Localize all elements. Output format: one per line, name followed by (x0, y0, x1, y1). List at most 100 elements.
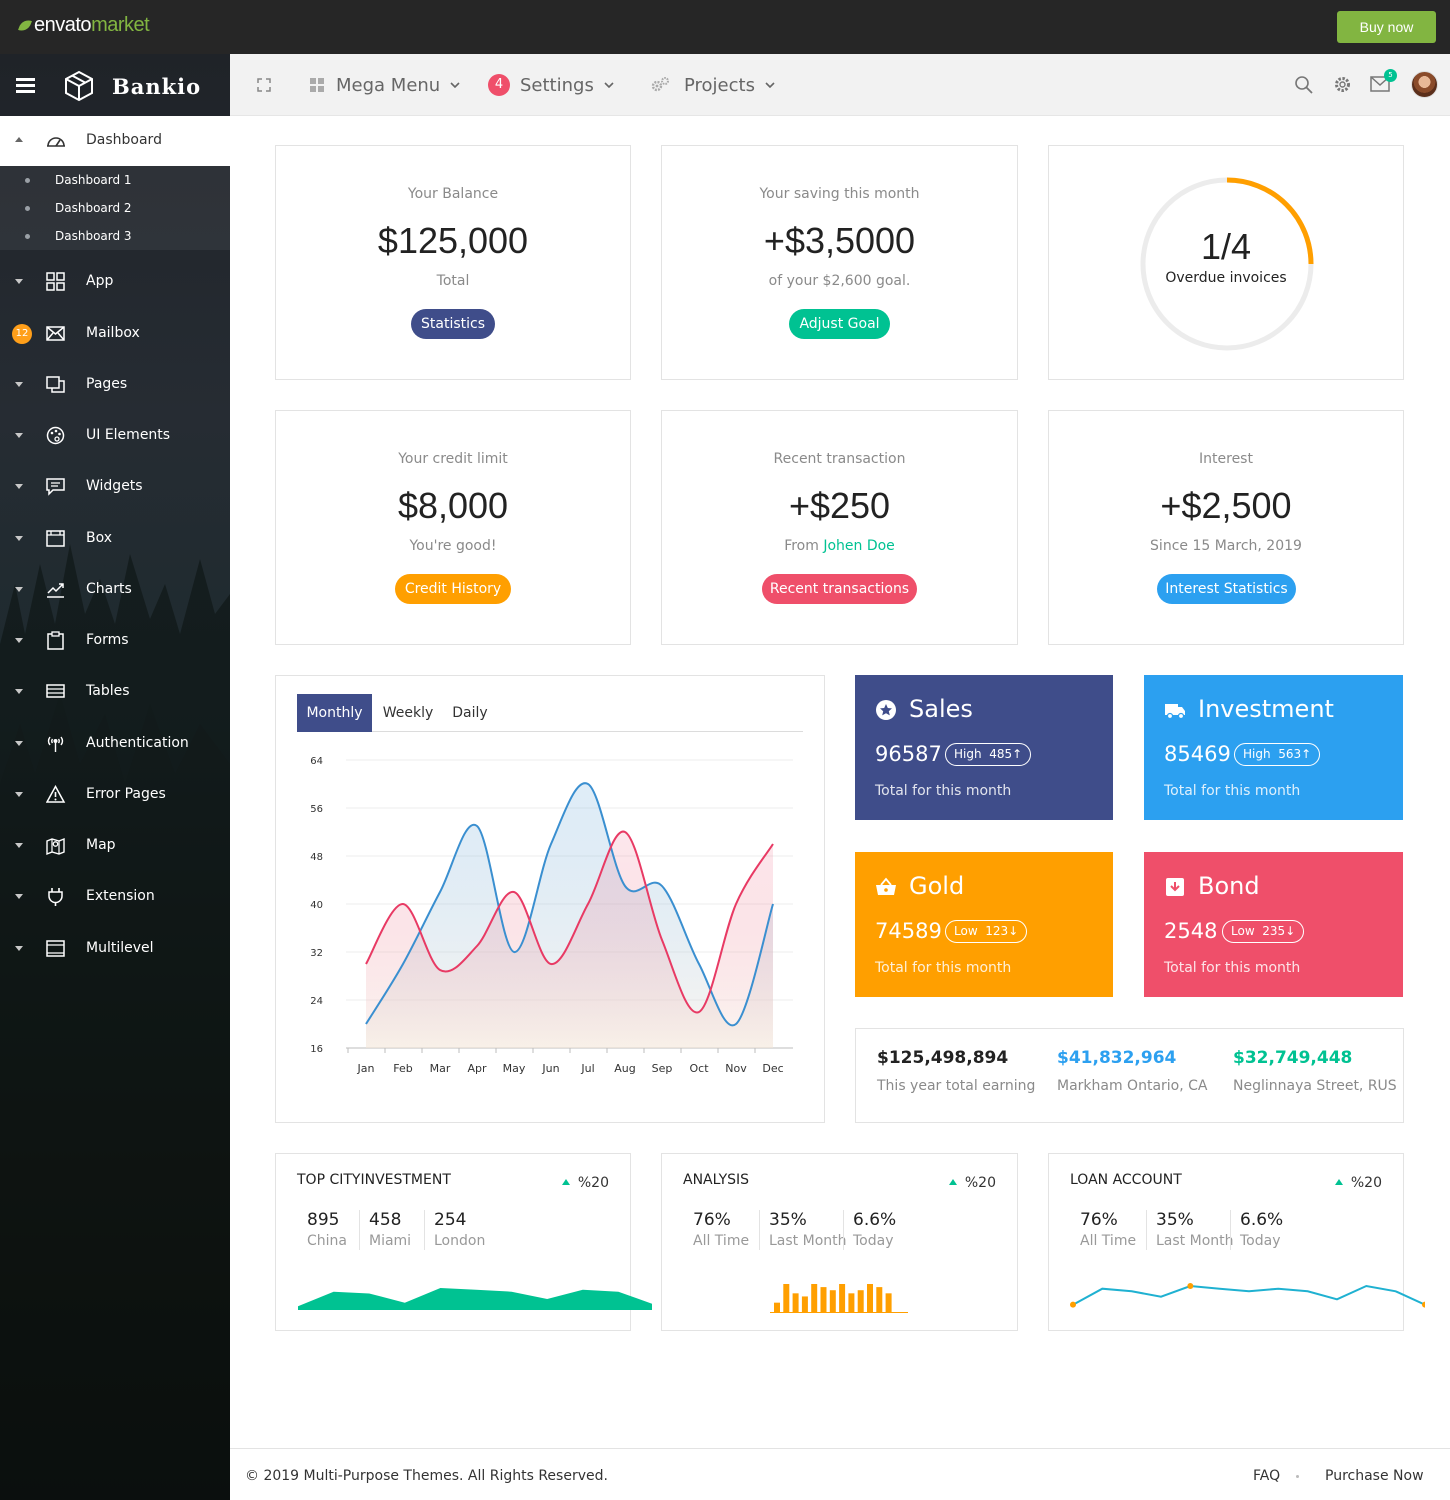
grid-icon (46, 272, 65, 291)
card-subtext: Since 15 March, 2019 (1150, 538, 1302, 554)
card-caption: Recent transaction (773, 451, 906, 467)
mini-stat-value: 254 (434, 1210, 467, 1230)
gold-tile[interactable]: Gold 74589 Low 123↓ Total for this month (855, 852, 1113, 997)
sidebar-item-label: Multilevel (86, 940, 154, 956)
statistics-button[interactable]: Statistics (411, 309, 495, 339)
projects-dropdown[interactable]: Projects (650, 54, 775, 116)
recent-transaction-card: Recent transaction +$250 From Johen Doe … (661, 410, 1018, 645)
spark-bar (857, 1290, 864, 1312)
sidebar-item-pages[interactable]: Pages (0, 365, 230, 405)
card-subtext: From Johen Doe (662, 538, 1017, 554)
buy-now-button[interactable]: Buy now (1337, 11, 1436, 43)
sidebar-item-tables[interactable]: Tables (0, 672, 230, 712)
footer: © 2019 Multi-Purpose Themes. All Rights … (230, 1448, 1450, 1500)
y-tick-label: 64 (310, 756, 323, 767)
caret-down-icon (15, 536, 23, 541)
sidebar-item-ui-elements[interactable]: UI Elements (0, 416, 230, 456)
overdue-value: 1/4 (1200, 226, 1252, 267)
mega-menu-dropdown[interactable]: Mega Menu (310, 54, 460, 116)
sidebar-item-authentication[interactable]: Authentication (0, 724, 230, 764)
bullet-icon (25, 206, 30, 211)
johen-doe-link[interactable]: Johen Doe (823, 538, 894, 554)
purchase-now-link[interactable]: Purchase Now (1325, 1468, 1424, 1484)
spark-point (1070, 1301, 1076, 1308)
arrow-icon: ↓ (1008, 924, 1019, 938)
sidebar-item-map[interactable]: Map (0, 826, 230, 866)
card-value: $8,000 (397, 485, 509, 526)
sidebar-item-label: Dashboard (86, 132, 162, 148)
gear-icon[interactable] (1333, 75, 1352, 94)
y-tick-label: 24 (310, 996, 323, 1007)
overdue-label: Overdue invoices (1165, 270, 1287, 286)
column-divider (759, 1210, 760, 1250)
submenu-item-dashboard-3[interactable]: Dashboard 3 (55, 229, 132, 243)
brand-name[interactable]: Bankio (112, 74, 201, 99)
sidebar-item-dashboard[interactable]: Dashboard (0, 116, 230, 166)
sidebar-item-mailbox[interactable]: 12 Mailbox (0, 314, 230, 354)
sidebar-item-extension[interactable]: Extension (0, 877, 230, 917)
tile-level: Low (954, 924, 978, 938)
sidebar: Bankio Dashboard Dashboard 1 Dashboard 2… (0, 54, 230, 1500)
sidebar-item-label: Map (86, 837, 116, 853)
avatar[interactable] (1411, 71, 1438, 98)
spark-point (1187, 1283, 1194, 1289)
menu-toggle-icon[interactable] (16, 78, 35, 93)
sales-tile[interactable]: Sales 96587 High 485↑ Total for this month (855, 675, 1113, 820)
sidebar-item-app[interactable]: App (0, 262, 230, 302)
caret-down-icon (15, 792, 23, 797)
envato-logo[interactable]: envatomarket (18, 14, 150, 37)
bond-tile[interactable]: Bond 2548 Low 235↓ Total for this month (1144, 852, 1403, 997)
mini-card-title: TOP CITYINVESTMENT (297, 1172, 451, 1188)
recent-transactions-button[interactable]: Recent transactions (762, 574, 917, 604)
credit-history-button[interactable]: Credit History (395, 574, 511, 604)
loan-account-card: LOAN ACCOUNT %20 76% All Time 35% Last Month 6… (1048, 1153, 1425, 1331)
column-divider (424, 1210, 425, 1250)
sidebar-item-label: Authentication (86, 735, 189, 751)
sidebar-item-widgets[interactable]: Widgets (0, 467, 230, 507)
mini-stat-label: All Time (693, 1233, 750, 1249)
sidebar-item-label: Mailbox (86, 325, 140, 341)
sidebar-item-label: Box (86, 530, 113, 546)
card-subtext-prefix: From (784, 538, 824, 554)
caret-down-icon (15, 279, 23, 284)
caret-down-icon (15, 689, 23, 694)
fullscreen-icon[interactable] (257, 78, 271, 92)
logo-text: envato (34, 14, 92, 36)
mini-card-title: LOAN ACCOUNT (1070, 1172, 1182, 1188)
search-icon[interactable] (1294, 75, 1313, 94)
faq-link[interactable]: FAQ (1253, 1468, 1280, 1484)
column-divider (1230, 1210, 1231, 1250)
sidebar-item-multilevel[interactable]: Multilevel (0, 929, 230, 969)
top-cityinvestment-card: TOP CITYINVESTMENT %20 895 China 458 Miami 254… (275, 1153, 652, 1331)
submenu-item-dashboard-1[interactable]: Dashboard 1 (55, 173, 132, 187)
earning-caption: Neglinnaya Street, RUS (1233, 1078, 1397, 1094)
sidebar-item-forms[interactable]: Forms (0, 621, 230, 661)
investment-tile[interactable]: Investment 85469 High 563↑ Total for this m… (1144, 675, 1403, 820)
sidebar-item-charts[interactable]: Charts (0, 570, 230, 610)
submenu-item-dashboard-2[interactable]: Dashboard 2 (55, 201, 132, 215)
mini-stat-value: 35% (1156, 1210, 1194, 1230)
x-tick-label: Apr (467, 1062, 487, 1075)
interest-statistics-button[interactable]: Interest Statistics (1157, 574, 1296, 604)
caret-down-icon (15, 741, 23, 746)
spark-bar (885, 1293, 892, 1312)
tile-value: 85469 (1164, 742, 1231, 766)
mini-card-percent: %20 (948, 1175, 996, 1191)
settings-dropdown[interactable]: 4 Settings (488, 54, 614, 116)
spark-bar (783, 1284, 790, 1312)
archive-icon (1166, 878, 1184, 896)
tile-level-value: 563 (1278, 747, 1302, 761)
x-tick-label: Dec (762, 1062, 783, 1075)
y-tick-label: 16 (310, 1044, 323, 1055)
table-icon (46, 684, 65, 698)
spark-bar (839, 1284, 846, 1312)
mini-stat-label: London (434, 1233, 486, 1249)
adjust-goal-button[interactable]: Adjust Goal (789, 309, 890, 339)
sidebar-item-label: Charts (86, 581, 132, 597)
sidebar-item-error-pages[interactable]: Error Pages (0, 775, 230, 815)
tile-caption: Total for this month (875, 783, 1012, 799)
caret-down-icon (15, 894, 23, 899)
chevron-down-icon (450, 82, 460, 88)
sidebar-item-box[interactable]: Box (0, 519, 230, 559)
triangle-up-icon (948, 1179, 957, 1185)
